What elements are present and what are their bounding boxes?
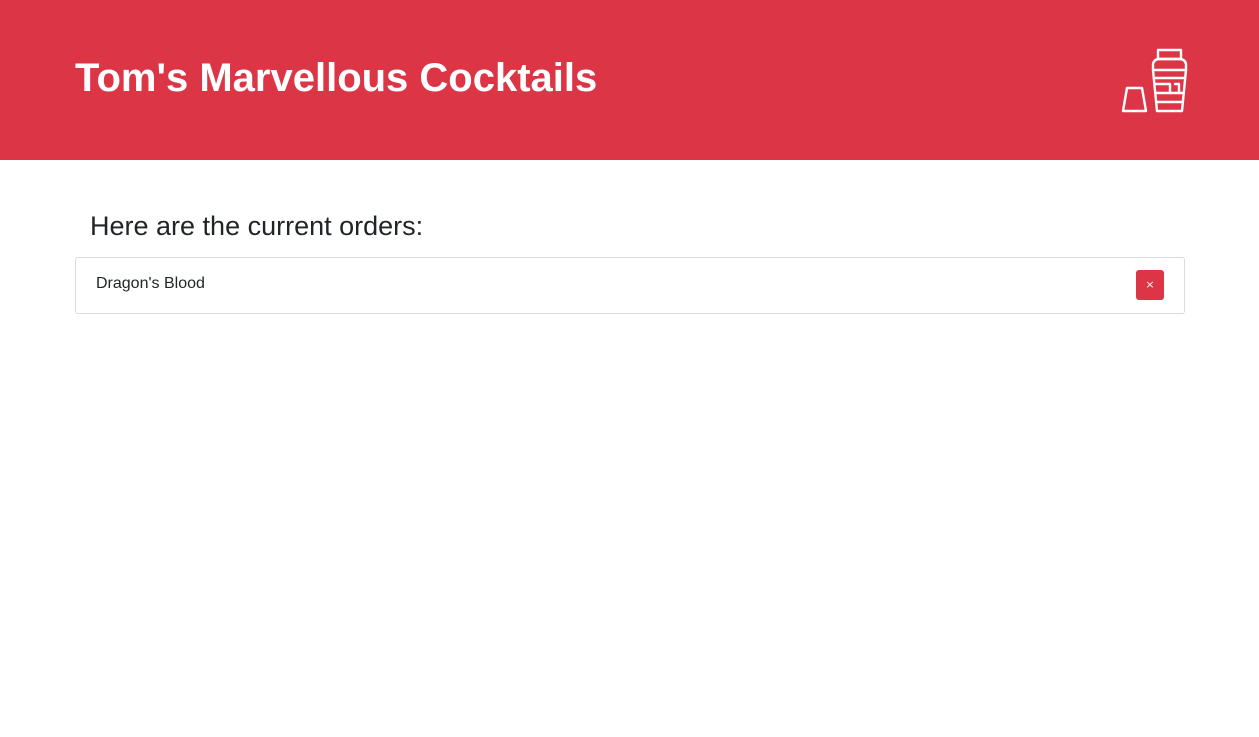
order-item: Dragon's Blood × — [75, 257, 1185, 314]
app-header: Tom's Marvellous Cocktails — [0, 0, 1259, 160]
orders-heading: Here are the current orders: — [90, 211, 424, 241]
cocktail-shaker-icon — [1121, 48, 1188, 113]
remove-order-button[interactable]: × — [1136, 270, 1164, 300]
order-name: Dragon's Blood — [96, 275, 205, 292]
orders-list: Dragon's Blood × — [75, 257, 1185, 314]
app-title: Tom's Marvellous Cocktails — [75, 56, 598, 100]
